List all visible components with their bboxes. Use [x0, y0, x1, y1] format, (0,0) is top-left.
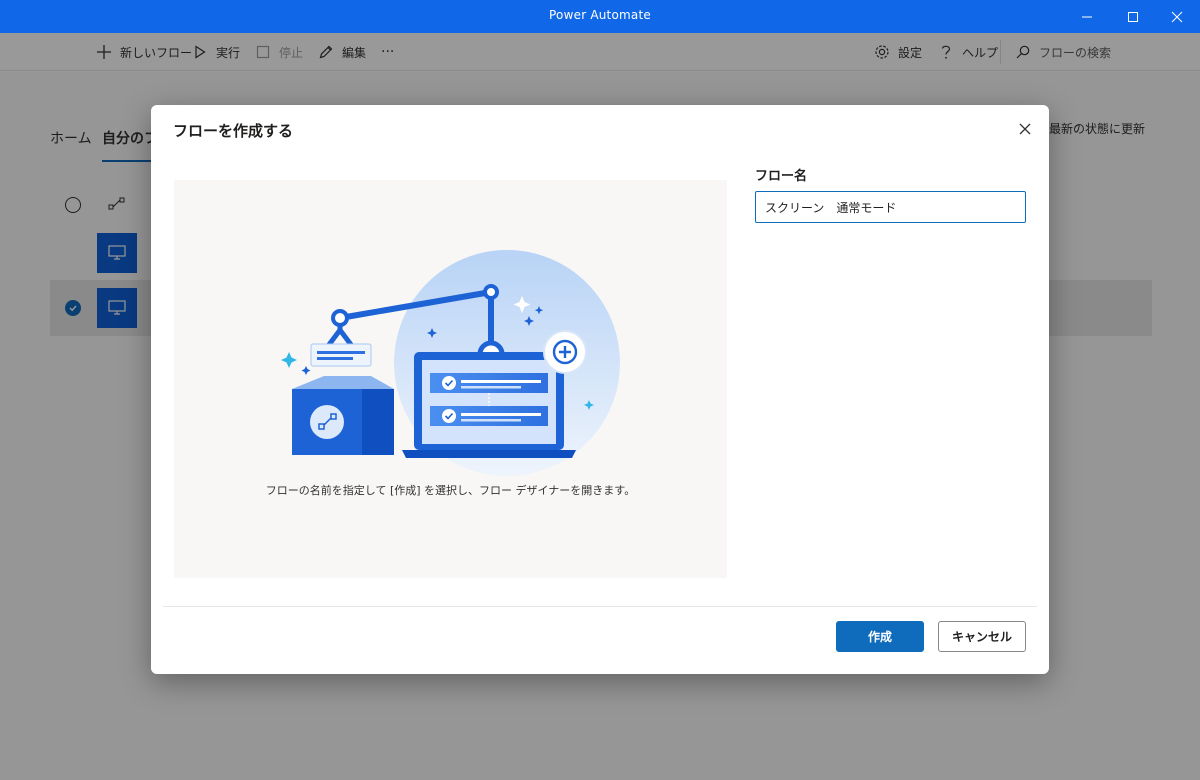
minimize-button[interactable]	[1064, 0, 1110, 33]
close-icon	[1171, 11, 1183, 22]
dialog-close-button[interactable]	[1015, 119, 1035, 139]
window-title: Power Automate	[549, 8, 651, 22]
flow-name-label: フロー名	[755, 169, 808, 184]
create-flow-dialog: フローを作成する フローの名前を指定して [作成] を選択し、フロー デザイナー…	[151, 105, 1049, 674]
illustration-panel: フローの名前を指定して [作成] を選択し、フロー デザイナーを開きます。	[174, 180, 727, 578]
close-window-button[interactable]	[1154, 0, 1200, 33]
dialog-footer-divider	[163, 606, 1037, 607]
title-bar: Power Automate	[0, 0, 1200, 33]
cancel-button[interactable]: キャンセル	[938, 621, 1026, 652]
maximize-icon	[1128, 11, 1138, 22]
flow-creation-illustration	[281, 250, 620, 476]
dialog-title: フローを作成する	[173, 122, 294, 140]
dialog-instructions: フローの名前を指定して [作成] を選択し、フロー デザイナーを開きます。	[265, 484, 636, 497]
minimize-icon	[1082, 16, 1092, 17]
flow-name-input[interactable]	[755, 191, 1026, 223]
close-icon	[1019, 123, 1031, 135]
maximize-button[interactable]	[1110, 0, 1156, 33]
create-button[interactable]: 作成	[836, 621, 924, 652]
